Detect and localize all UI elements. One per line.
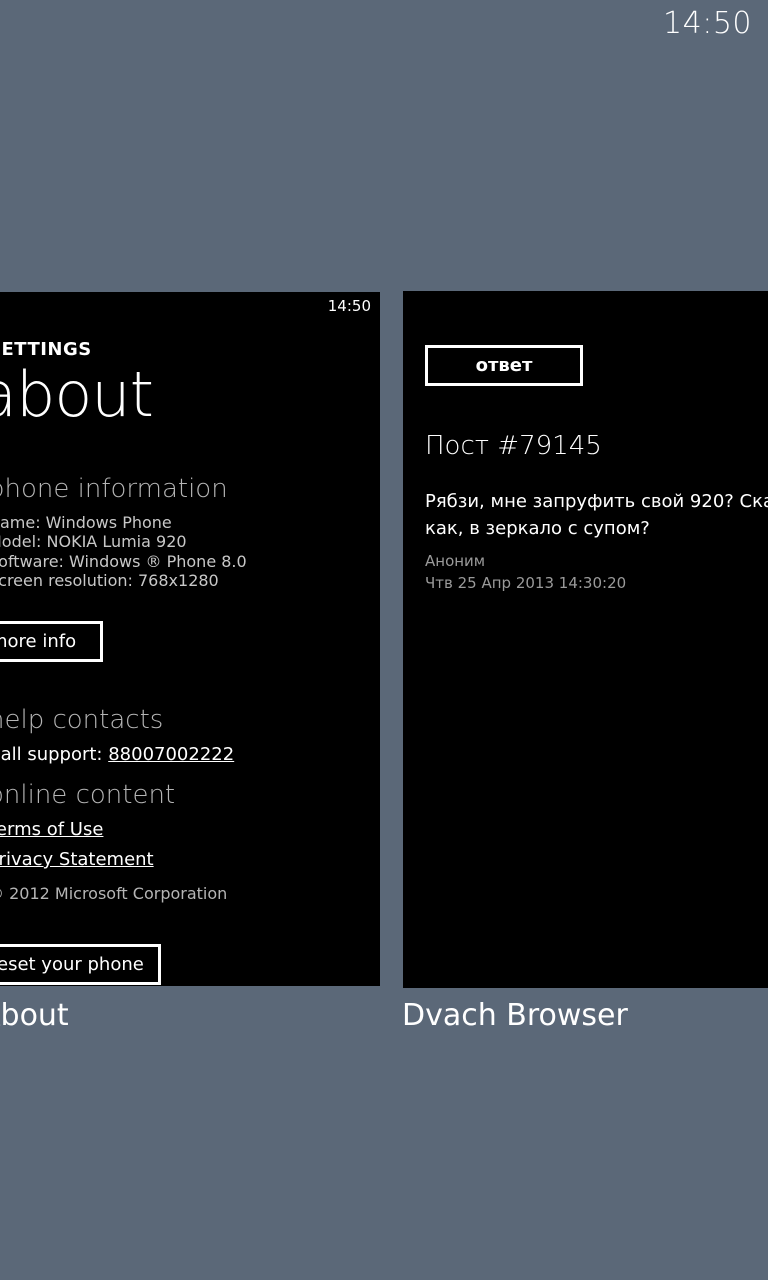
- app-title: SETTINGS: [0, 339, 92, 360]
- call-support-number-link[interactable]: 88007002222: [108, 744, 234, 765]
- dvach-browser-app-card[interactable]: ответ Пост #79145 Рябзи, мне запруфить с…: [403, 291, 768, 988]
- info-model: Model: NOKIA Lumia 920: [0, 532, 187, 551]
- post-date: Чтв 25 Апр 2013 14:30:20: [425, 574, 627, 592]
- info-software: Software: Windows ® Phone 8.0: [0, 552, 247, 571]
- privacy-statement-link[interactable]: Privacy Statement: [0, 849, 154, 870]
- help-contacts-heading: help contacts: [0, 705, 164, 735]
- card-clock: 14:50: [327, 297, 371, 315]
- dvach-browser-app-caption: Dvach Browser: [402, 998, 628, 1033]
- phone-information-heading: phone information: [0, 474, 228, 504]
- copyright-text: © 2012 Microsoft Corporation: [0, 884, 228, 903]
- terms-of-use-link[interactable]: Terms of Use: [0, 819, 103, 840]
- reset-phone-button[interactable]: reset your phone: [0, 944, 161, 985]
- post-author: Аноним: [425, 552, 486, 570]
- reply-button[interactable]: ответ: [425, 345, 583, 386]
- call-support-label: Call support:: [0, 744, 109, 765]
- about-app-card[interactable]: 14:50 SETTINGS about phone information N…: [0, 292, 380, 986]
- post-title: Пост #79145: [425, 431, 602, 461]
- call-support-line: Call support: 88007002222: [0, 744, 234, 765]
- post-body: Рябзи, мне запруфить свой 920? Скажи как…: [425, 491, 768, 539]
- page-title: about: [0, 358, 154, 431]
- info-resolution: Screen resolution: 768x1280: [0, 571, 219, 590]
- more-info-button[interactable]: more info: [0, 621, 103, 662]
- online-content-heading: online content: [0, 780, 176, 810]
- about-app-caption: About: [0, 998, 69, 1033]
- status-clock: 14:50: [663, 6, 752, 41]
- task-switcher: 14:50 14:50 SETTINGS about phone informa…: [0, 0, 768, 1280]
- info-name: Name: Windows Phone: [0, 513, 172, 532]
